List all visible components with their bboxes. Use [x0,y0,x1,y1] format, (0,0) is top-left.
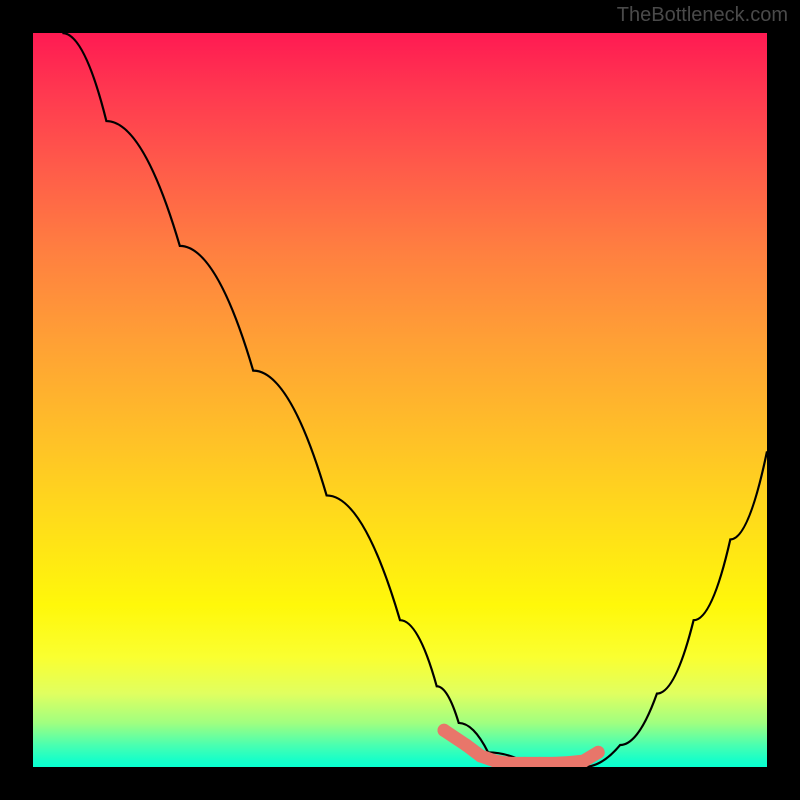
chart-plot-area [33,33,767,767]
watermark-text: TheBottleneck.com [617,4,788,27]
marker-dot [438,724,451,737]
marker-dot [460,738,473,751]
marker-dot [592,746,605,759]
chart-svg [33,33,767,767]
bottleneck-curve [62,33,767,767]
optimal-zone-markers [438,724,605,767]
marker-dot [474,749,487,762]
